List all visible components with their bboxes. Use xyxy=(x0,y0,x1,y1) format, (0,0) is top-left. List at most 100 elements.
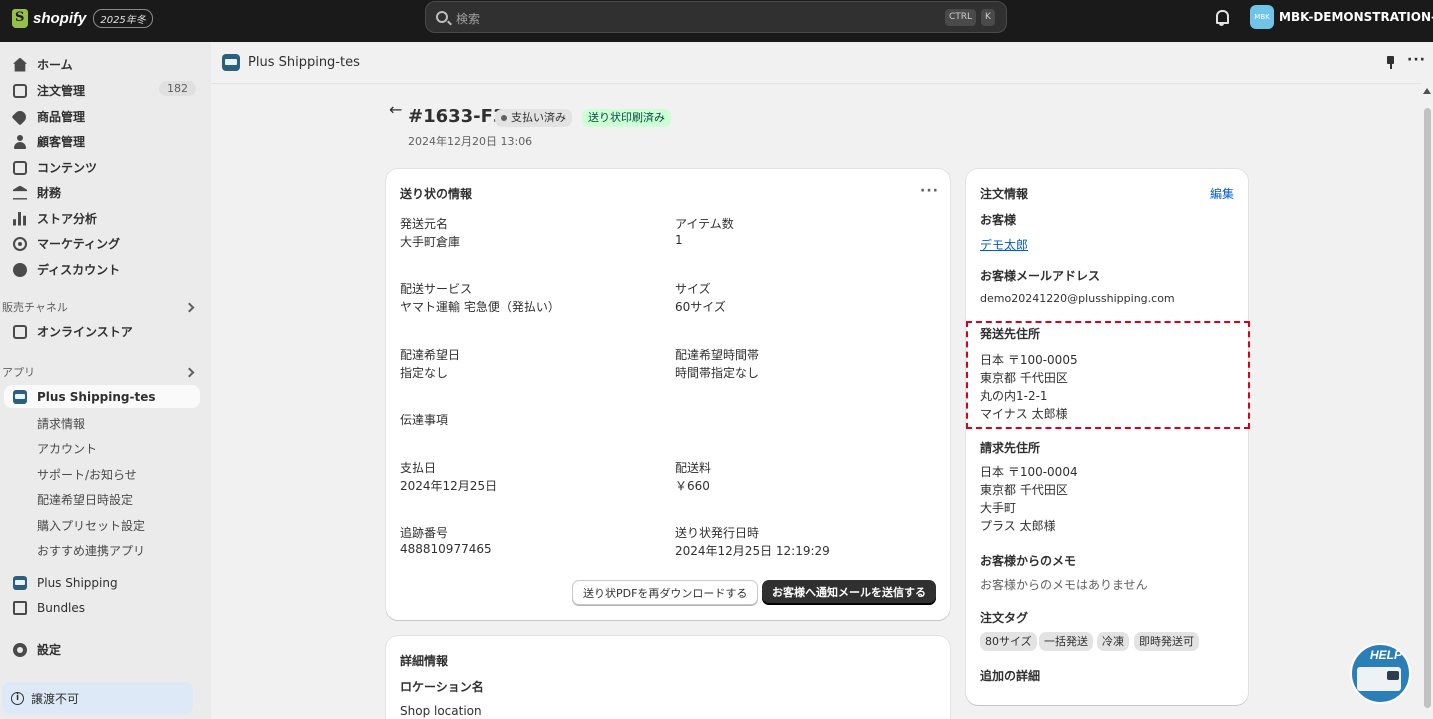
sidebar-item-marketing[interactable]: マーケティング xyxy=(4,232,200,255)
home-icon xyxy=(13,57,27,72)
email-label: お客様メールアドレス xyxy=(980,269,1101,283)
sidebar-item-orders[interactable]: 注文管理 182 xyxy=(4,79,200,102)
send-notification-button[interactable]: お客様へ通知メールを送信する xyxy=(762,580,936,605)
sidebar-item-content[interactable]: コンテンツ xyxy=(4,156,200,179)
sales-channels-header[interactable]: 販売チャネル xyxy=(2,299,68,315)
memo-value: お客様からのメモはありません xyxy=(980,578,1148,592)
content-icon xyxy=(13,160,27,175)
redownload-pdf-button[interactable]: 送り状PDFを再ダウンロードする xyxy=(572,580,759,605)
shortcut-key-k: K xyxy=(981,9,995,26)
order-tag[interactable]: 一括発送 xyxy=(1039,632,1093,651)
items-value: 1 xyxy=(675,233,683,247)
order-tag[interactable]: 即時発送可 xyxy=(1134,632,1199,651)
search-bar[interactable]: 検索 CTRL K xyxy=(425,1,1007,33)
sidebar-item-label: Plus Shipping xyxy=(37,575,118,590)
sidebar-subitem-billing[interactable]: 請求情報 xyxy=(37,415,85,432)
more-actions-icon[interactable]: ··· xyxy=(920,183,939,199)
sidebar-item-bundles[interactable]: Bundles xyxy=(4,596,200,619)
sidebar-subitem-delivery-settings[interactable]: 配達希望日時設定 xyxy=(37,491,133,508)
shopify-logo[interactable]: shopify 2025年冬 xyxy=(12,8,153,28)
service-value: ヤマト運輸 宅急便（発払い） xyxy=(400,300,560,314)
brand-name: shopify xyxy=(33,9,87,27)
sidebar-item-plus-shipping[interactable]: Plus Shipping xyxy=(4,571,200,594)
location-label: ロケーション名 xyxy=(400,680,484,694)
sidebar-subitem-purchase-presets[interactable]: 購入プリセット設定 xyxy=(37,517,145,534)
shopify-bag-icon xyxy=(12,8,28,28)
tags-label: 注文タグ xyxy=(980,611,1029,625)
sidebar-item-customers[interactable]: 顧客管理 xyxy=(4,130,200,153)
billing-address-label: 請求先住所 xyxy=(980,441,1041,455)
more-actions-icon[interactable]: ··· xyxy=(1407,52,1426,68)
billing-address-line: 大手町 xyxy=(980,501,1017,515)
sidebar-item-home[interactable]: ホーム xyxy=(4,53,200,76)
sidebar-item-label: ホーム xyxy=(37,58,73,72)
payment-status-badge: 支払い済み xyxy=(495,109,572,127)
back-arrow-icon[interactable]: ← xyxy=(389,100,402,119)
tag-icon xyxy=(11,108,29,125)
search-placeholder: 検索 xyxy=(456,12,481,26)
delivery-date-label: 配達希望日 xyxy=(400,348,461,362)
sidebar-item-plus-shipping-tes[interactable]: Plus Shipping-tes xyxy=(4,385,200,408)
delivery-time-value: 時間帯指定なし xyxy=(675,366,760,380)
memo-label: お客様からのメモ xyxy=(980,554,1077,568)
customer-label: お客様 xyxy=(980,213,1017,227)
chevron-right-icon[interactable] xyxy=(184,302,195,313)
card-title: 詳細情報 xyxy=(400,654,449,668)
customer-name-link[interactable]: デモ太郎 xyxy=(980,236,1028,253)
sidebar-item-label: 注文管理 xyxy=(37,84,86,98)
app-logo-icon xyxy=(222,54,240,71)
target-icon xyxy=(13,236,27,251)
discount-icon xyxy=(13,262,27,277)
shipping-fee-label: 配送料 xyxy=(675,461,712,475)
sidebar-subitem-recommended-apps[interactable]: おすすめ連携アプリ xyxy=(37,542,145,559)
sidebar-item-label: ストア分析 xyxy=(37,212,98,226)
sidebar-item-discounts[interactable]: ディスカウント xyxy=(4,258,200,281)
shortcut-key-ctrl: CTRL xyxy=(945,9,977,26)
app-icon xyxy=(13,575,27,590)
tracking-label: 追跡番号 xyxy=(400,526,449,540)
scroll-up-arrow-icon[interactable] xyxy=(1423,88,1431,94)
sidebar-item-products[interactable]: 商品管理 xyxy=(4,105,200,128)
sidebar-item-analytics[interactable]: ストア分析 xyxy=(4,207,200,230)
apps-header[interactable]: アプリ xyxy=(2,364,35,380)
bank-icon xyxy=(13,185,27,200)
scroll-thumb[interactable] xyxy=(1424,108,1431,708)
sidebar-item-settings[interactable]: 設定 xyxy=(4,638,200,661)
sidebar-item-finance[interactable]: 財務 xyxy=(4,181,200,204)
edit-link[interactable]: 編集 xyxy=(1210,185,1234,202)
help-widget[interactable]: HELP xyxy=(1350,643,1411,704)
order-tag[interactable]: 冷凍 xyxy=(1097,632,1129,651)
size-label: サイズ xyxy=(675,282,711,296)
scrollbar[interactable] xyxy=(1422,82,1433,719)
sidebar-item-label: Bundles xyxy=(37,600,86,615)
sidebar-item-label: オンラインストア xyxy=(37,325,133,339)
pin-icon[interactable] xyxy=(1385,56,1395,70)
origin-label: 発送元名 xyxy=(400,217,449,231)
store-name[interactable]: MBK-DEMONSTRATION-... xyxy=(1279,10,1433,24)
notes-label: 伝達事項 xyxy=(400,413,449,427)
extra-details-label: 追加の詳細 xyxy=(980,669,1041,683)
gear-icon xyxy=(13,642,27,657)
sidebar-item-online-store[interactable]: オンラインストア xyxy=(4,320,200,343)
truck-icon xyxy=(1357,667,1401,691)
person-icon xyxy=(13,134,27,149)
location-value: Shop location xyxy=(400,704,482,718)
main-content: Plus Shipping-tes ··· ← #1633-F3 支払い済み 送… xyxy=(211,42,1433,719)
delivery-date-value: 指定なし xyxy=(400,366,449,380)
store-avatar[interactable]: MBK xyxy=(1250,5,1274,29)
order-tag[interactable]: 80サイズ xyxy=(980,632,1037,651)
chevron-right-icon[interactable] xyxy=(184,367,195,378)
orders-count-badge: 182 xyxy=(159,81,196,96)
sidebar-item-label: コンテンツ xyxy=(37,161,98,175)
edition-badge: 2025年冬 xyxy=(93,8,153,28)
order-date: 2024年12月20日 13:06 xyxy=(408,135,533,148)
details-card: 詳細情報 ロケーション名 Shop location xyxy=(386,636,950,719)
non-transferable-banner[interactable]: i 譲渡不可 xyxy=(2,682,193,714)
size-value: 60サイズ xyxy=(675,300,726,314)
sidebar-subitem-support[interactable]: サポート/お知らせ xyxy=(37,466,137,483)
issued-at-label: 送り状発行日時 xyxy=(675,526,760,540)
bell-icon[interactable] xyxy=(1214,9,1230,27)
sidebar-item-label: 設定 xyxy=(37,643,62,657)
sidebar-item-label: ディスカウント xyxy=(37,263,121,277)
sidebar-subitem-account[interactable]: アカウント xyxy=(37,440,97,457)
